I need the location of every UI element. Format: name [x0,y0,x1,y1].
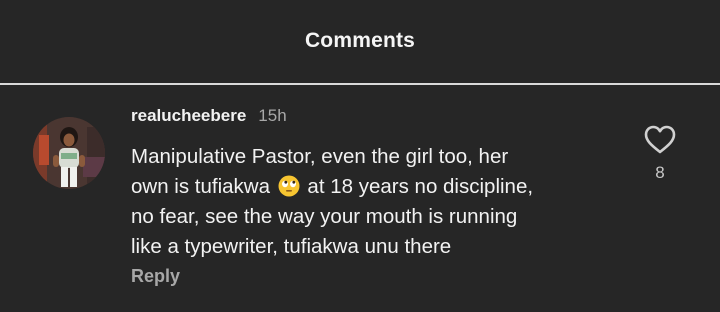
comment-line-part: own is tufiakwa [131,175,271,198]
comment-meta: realucheebere 15h [131,106,287,126]
reply-button[interactable]: Reply [131,266,180,287]
comment-line: Manipulative Pastor, even the girl too, … [131,145,509,168]
avatar-photo [33,117,105,189]
page-title: Comments [304,29,416,52]
comment-line: like a typewriter, tufiakwa unu there [131,235,452,258]
comment-username[interactable]: realucheebere [131,106,246,126]
comment-timestamp: 15h [258,106,287,125]
avatar[interactable] [33,117,105,189]
comment-item: realucheebere 15h Manipulative Pastor, e… [0,85,720,312]
like-count: 8 [655,163,665,182]
like-control: 8 [640,125,680,183]
comment-line-part: at 18 years no discipline, [307,175,534,198]
comments-sheet: Comments realucheebere 15h Manipulative … [0,0,720,312]
eye-roll-emoji-icon [278,175,300,197]
comments-header: Comments [0,0,720,84]
comment-text: Manipulative Pastor, even the girl too, … [131,142,631,262]
heart-outline-icon[interactable] [644,125,676,155]
comment-line-with-emoji: own is tufiakwa at 18 years no disciplin… [131,172,631,202]
comment-line: no fear, see the way your mouth is runni… [131,205,518,228]
